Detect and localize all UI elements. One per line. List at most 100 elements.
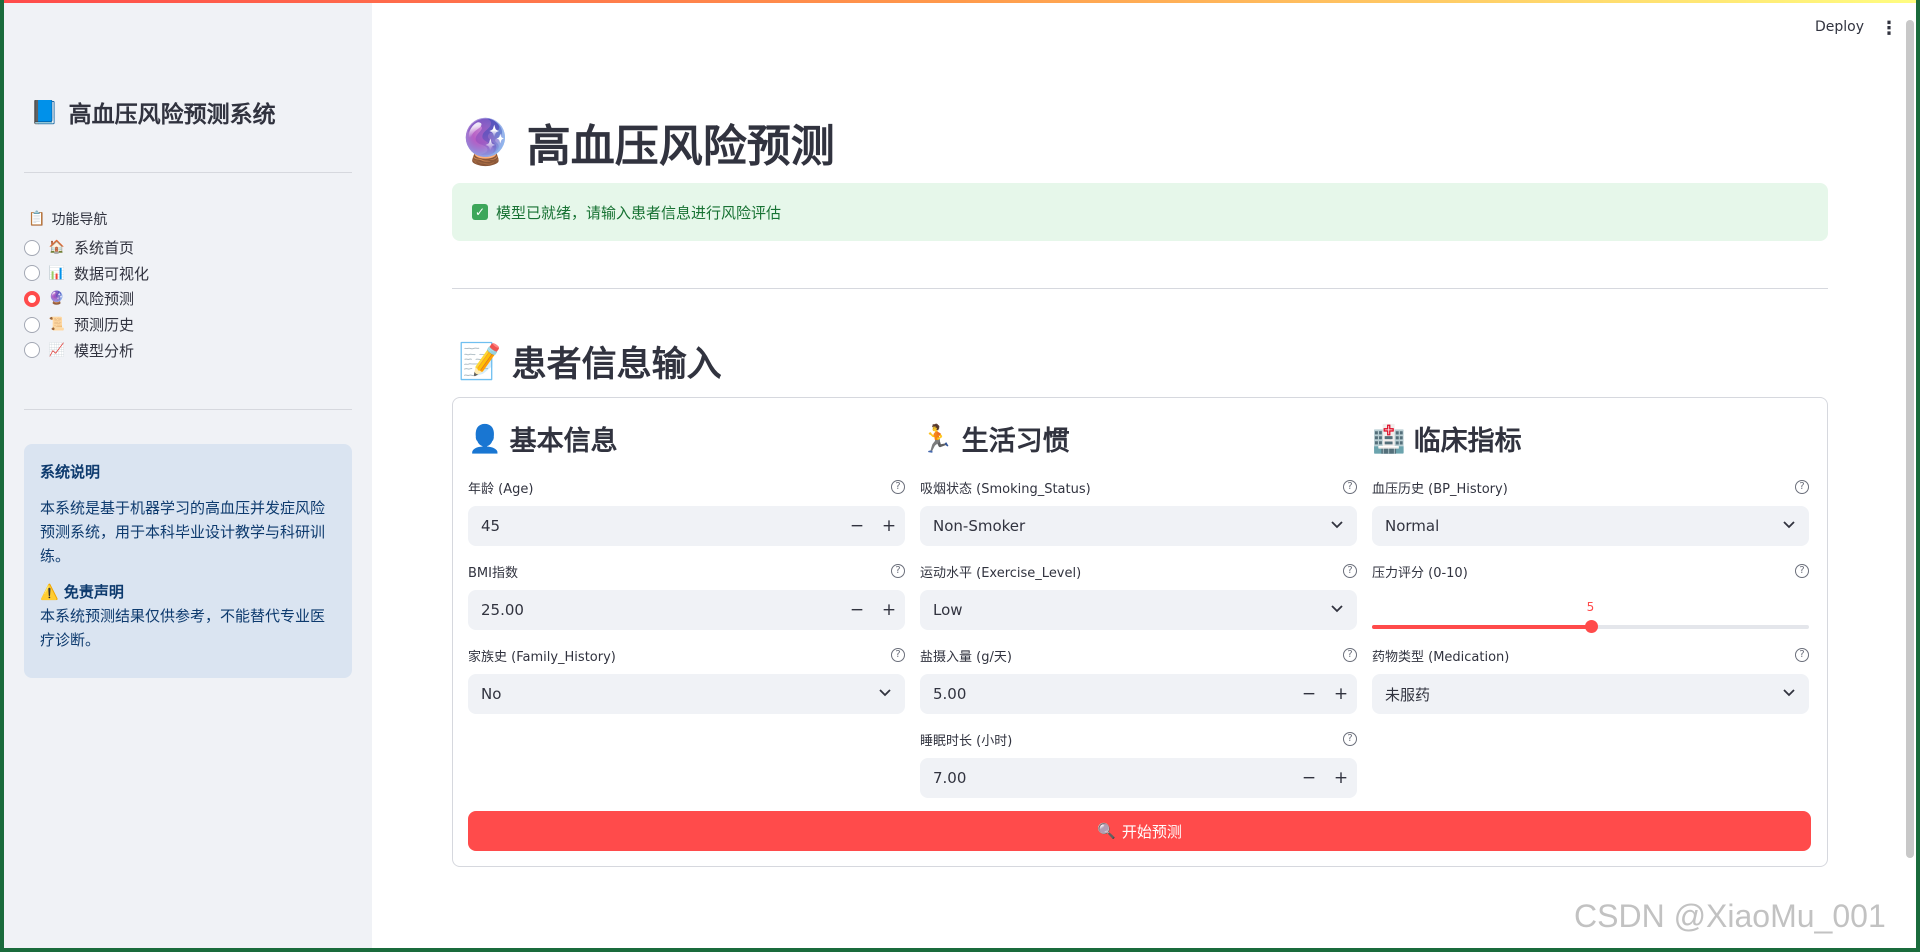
predict-button-label: 开始预测 <box>1121 822 1182 841</box>
input-value[interactable]: 45 <box>481 517 841 535</box>
chevron-down-icon[interactable] <box>1317 517 1357 535</box>
help-icon[interactable]: ? <box>891 564 905 578</box>
disclaimer-title-text: 免责声明 <box>63 583 124 601</box>
family-history-field: 家族史 (Family_History)? No <box>468 645 905 714</box>
field-label: 血压历史 (BP_History) <box>1372 481 1508 497</box>
sidebar-title-text: 高血压风险预测系统 <box>68 102 276 128</box>
nav-item-risk-prediction[interactable]: 🔮 风险预测 <box>24 286 149 312</box>
radio-button[interactable] <box>24 265 40 282</box>
help-icon[interactable]: ? <box>1343 648 1357 662</box>
disclaimer-body: 本系统预测结果仅供参考，不能替代专业医疗诊断。 <box>40 607 326 649</box>
disclaimer-title: ⚠️ 免责声明 <box>40 580 336 604</box>
info-body: 本系统是基于机器学习的高血压并发症风险预测系统，用于本科毕业设计教学与科研训练。 <box>40 499 326 565</box>
age-number-input[interactable]: 45 − + <box>468 506 905 546</box>
field-label: 运动水平 (Exercise_Level) <box>920 565 1082 581</box>
help-icon[interactable]: ? <box>891 648 905 662</box>
select-value: No <box>481 685 502 703</box>
check-icon: ✓ <box>472 204 488 220</box>
select-value: Non-Smoker <box>933 517 1026 535</box>
section-title: 📝 患者信息输入 <box>458 336 722 387</box>
help-icon[interactable]: ? <box>1795 480 1809 494</box>
minus-icon[interactable]: − <box>841 516 873 536</box>
input-value[interactable]: 5.00 <box>933 685 1293 703</box>
nav-item-label: 系统首页 <box>74 239 135 258</box>
warning-icon: ⚠️ <box>40 583 59 601</box>
chevron-down-icon[interactable] <box>1769 517 1809 535</box>
slider-thumb[interactable] <box>1584 620 1598 633</box>
more-vertical-icon[interactable]: ⋮ <box>1880 18 1898 39</box>
bmi-field: BMI指数? 25.00 − + <box>468 561 905 630</box>
family-history-select[interactable]: No <box>468 674 905 714</box>
plus-icon[interactable]: + <box>1325 768 1357 788</box>
deploy-button[interactable]: Deploy <box>1815 19 1864 35</box>
column-heading: 👤 基本信息 <box>468 419 618 458</box>
crystal-ball-icon: 🔮 <box>48 291 66 307</box>
help-icon[interactable]: ? <box>1343 480 1357 494</box>
field-label: 家族史 (Family_History) <box>468 649 616 665</box>
predict-button[interactable]: 🔍 开始预测 <box>468 811 1811 851</box>
bp-history-select[interactable]: Normal <box>1372 506 1809 546</box>
radio-button-selected[interactable] <box>24 290 40 307</box>
help-icon[interactable]: ? <box>1795 564 1809 578</box>
slider-fill <box>1372 625 1591 629</box>
nav-item-home[interactable]: 🏠 系统首页 <box>24 235 149 261</box>
field-label: 吸烟状态 (Smoking_Status) <box>920 481 1091 497</box>
chevron-down-icon[interactable] <box>1769 685 1809 703</box>
info-heading: 系统说明 <box>40 463 101 481</box>
house-icon: 🏠 <box>48 240 66 256</box>
column-heading-text: 生活习惯 <box>961 426 1070 457</box>
plus-icon[interactable]: + <box>873 516 905 536</box>
minus-icon[interactable]: − <box>1293 768 1325 788</box>
chevron-down-icon[interactable] <box>865 685 905 703</box>
select-value: Low <box>933 601 963 619</box>
radio-button[interactable] <box>24 239 40 256</box>
memo-icon: 📝 <box>458 342 502 382</box>
help-icon[interactable]: ? <box>1343 732 1357 746</box>
smoking-select[interactable]: Non-Smoker <box>920 506 1357 546</box>
hospital-icon: 🏥 <box>1372 423 1406 455</box>
input-value[interactable]: 7.00 <box>933 769 1293 787</box>
success-alert: ✓ 模型已就绪，请输入患者信息进行风险评估 <box>452 183 1828 241</box>
radio-button[interactable] <box>24 316 40 333</box>
bmi-number-input[interactable]: 25.00 − + <box>468 590 905 630</box>
nav-item-visualization[interactable]: 📊 数据可视化 <box>24 261 149 287</box>
section-title-text: 患者信息输入 <box>511 345 722 385</box>
nav-title: 📋 功能导航 <box>28 209 107 229</box>
smoking-field: 吸烟状态 (Smoking_Status)? Non-Smoker <box>920 477 1357 546</box>
salt-number-input[interactable]: 5.00 − + <box>920 674 1357 714</box>
divider <box>24 172 352 173</box>
page-title: 🔮 高血压风险预测 <box>458 110 835 174</box>
help-icon[interactable]: ? <box>1343 564 1357 578</box>
runner-icon: 🏃 <box>920 423 954 455</box>
input-value[interactable]: 25.00 <box>481 601 841 619</box>
nav-item-model-analysis[interactable]: 📈 模型分析 <box>24 337 149 363</box>
nav-title-text: 功能导航 <box>51 212 108 228</box>
clipboard-icon: 📋 <box>28 211 46 227</box>
medication-select[interactable]: 未服药 <box>1372 674 1809 714</box>
bar-chart-icon: 📊 <box>48 265 66 281</box>
exercise-select[interactable]: Low <box>920 590 1357 630</box>
magnifier-icon: 🔍 <box>1097 822 1116 840</box>
divider <box>452 288 1828 289</box>
minus-icon[interactable]: − <box>1293 684 1325 704</box>
scrollbar[interactable] <box>1906 20 1914 858</box>
help-icon[interactable]: ? <box>1795 648 1809 662</box>
minus-icon[interactable]: − <box>841 600 873 620</box>
chevron-down-icon[interactable] <box>1317 601 1357 619</box>
column-heading: 🏃 生活习惯 <box>920 419 1070 458</box>
stress-slider[interactable]: 5 <box>1372 590 1809 633</box>
page-title-text: 高血压风险预测 <box>526 121 835 172</box>
sleep-number-input[interactable]: 7.00 − + <box>920 758 1357 798</box>
help-icon[interactable]: ? <box>891 480 905 494</box>
plus-icon[interactable]: + <box>873 600 905 620</box>
plus-icon[interactable]: + <box>1325 684 1357 704</box>
column-heading: 🏥 临床指标 <box>1372 419 1522 458</box>
book-icon: 📘 <box>30 99 59 126</box>
crystal-ball-icon: 🔮 <box>458 117 513 168</box>
radio-button[interactable] <box>24 342 40 359</box>
salt-field: 盐摄入量 (g/天)? 5.00 − + <box>920 645 1357 714</box>
nav-item-history[interactable]: 📜 预测历史 <box>24 312 149 338</box>
stress-field: 压力评分 (0-10)? 5 <box>1372 561 1809 633</box>
field-label: 睡眠时长 (小时) <box>920 733 1013 749</box>
slider-value-label: 5 <box>1586 600 1595 614</box>
